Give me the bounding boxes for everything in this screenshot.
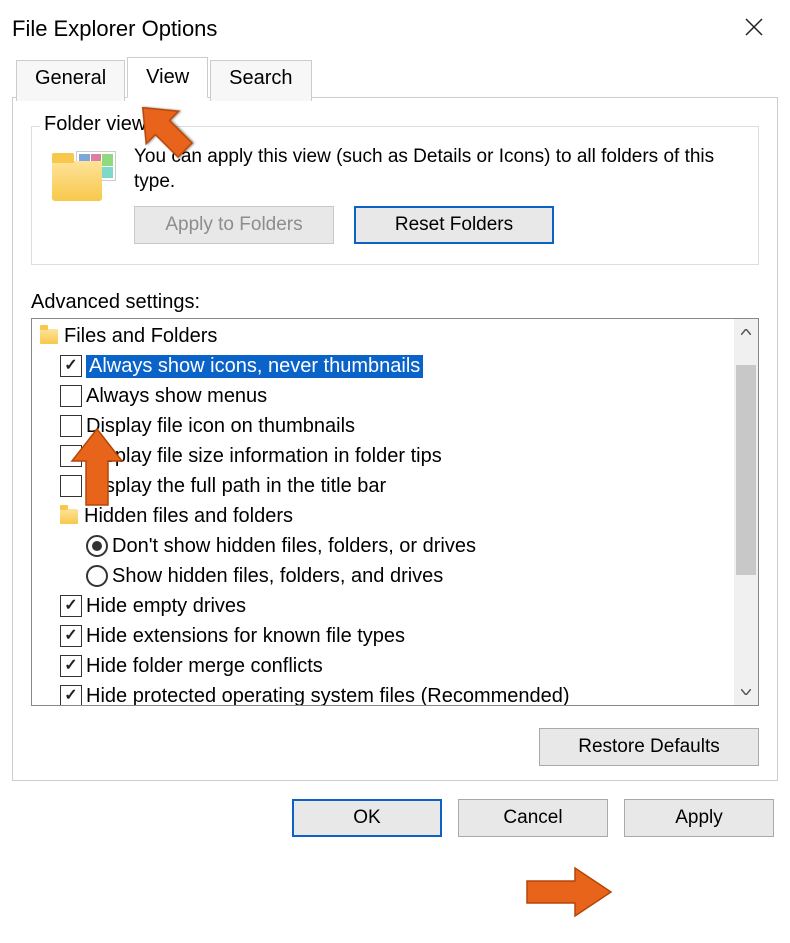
folder-icon <box>60 509 78 524</box>
tree-group[interactable]: Files and Folders <box>34 321 734 351</box>
apply-to-folders-button: Apply to Folders <box>134 206 334 244</box>
checkbox[interactable] <box>60 655 82 677</box>
tree-item-label: Don't show hidden files, folders, or dri… <box>112 535 476 558</box>
close-button[interactable] <box>736 13 772 46</box>
window-title: File Explorer Options <box>12 16 217 42</box>
tree-check-item[interactable]: Always show icons, never thumbnails <box>34 351 734 381</box>
scrollbar[interactable] <box>734 319 758 705</box>
apply-button[interactable]: Apply <box>624 799 774 837</box>
tree-group-label: Files and Folders <box>64 325 217 348</box>
tree-check-item[interactable]: Hide empty drives <box>34 591 734 621</box>
scroll-thumb[interactable] <box>736 365 756 575</box>
scroll-track[interactable] <box>734 345 758 679</box>
close-icon <box>744 17 764 37</box>
ok-button[interactable]: OK <box>292 799 442 837</box>
radio[interactable] <box>86 565 108 587</box>
advanced-settings-list[interactable]: Files and Folders Always show icons, neve… <box>31 318 759 706</box>
cancel-button[interactable]: Cancel <box>458 799 608 837</box>
checkbox[interactable] <box>60 415 82 437</box>
tree-item-label: Display file size information in folder … <box>86 445 442 468</box>
tab-search[interactable]: Search <box>210 60 311 101</box>
folder-views-description: You can apply this view (such as Details… <box>134 145 744 194</box>
tree-radio-item[interactable]: Show hidden files, folders, and drives <box>34 561 734 591</box>
checkbox[interactable] <box>60 355 82 377</box>
chevron-up-icon <box>741 329 751 335</box>
reset-folders-button[interactable]: Reset Folders <box>354 206 554 244</box>
tree-item-label: Hide protected operating system files (R… <box>86 685 570 706</box>
folder-icon <box>40 329 58 344</box>
checkbox[interactable] <box>60 685 82 705</box>
tree-check-item[interactable]: Hide folder merge conflicts <box>34 651 734 681</box>
tree-item-label: Always show icons, never thumbnails <box>86 355 423 378</box>
tree-item-label: Display the full path in the title bar <box>86 475 386 498</box>
tree-check-item[interactable]: Hide protected operating system files (R… <box>34 681 734 705</box>
tree-check-item[interactable]: Always show menus <box>34 381 734 411</box>
tree-item-label: Hide empty drives <box>86 595 246 618</box>
tree-check-item[interactable]: Display the full path in the title bar <box>34 471 734 501</box>
tab-panel-view: Folder views You can apply this view (su… <box>12 97 778 781</box>
folder-views-group: Folder views You can apply this view (su… <box>31 126 759 265</box>
checkbox[interactable] <box>60 385 82 407</box>
checkbox[interactable] <box>60 595 82 617</box>
radio[interactable] <box>86 535 108 557</box>
tree-group[interactable]: Hidden files and folders <box>34 501 734 531</box>
tab-view[interactable]: View <box>127 57 208 98</box>
tab-general[interactable]: General <box>16 60 125 101</box>
folder-views-title: Folder views <box>40 113 160 136</box>
scroll-down-arrow[interactable] <box>734 679 758 705</box>
tree-item-label: Hidden files and folders <box>84 505 293 528</box>
tree-check-item[interactable]: Hide extensions for known file types <box>34 621 734 651</box>
tree-radio-item[interactable]: Don't show hidden files, folders, or dri… <box>34 531 734 561</box>
tree-item-label: Always show menus <box>86 385 267 408</box>
tree-item-label: Display file icon on thumbnails <box>86 415 355 438</box>
tree-check-item[interactable]: Display file icon on thumbnails <box>34 411 734 441</box>
tree-check-item[interactable]: Display file size information in folder … <box>34 441 734 471</box>
tree-item-label: Hide extensions for known file types <box>86 625 405 648</box>
checkbox[interactable] <box>60 445 82 467</box>
chevron-down-icon <box>741 689 751 695</box>
folder-views-icon <box>52 151 116 207</box>
scroll-up-arrow[interactable] <box>734 319 758 345</box>
restore-defaults-button[interactable]: Restore Defaults <box>539 728 759 766</box>
advanced-settings-label: Advanced settings: <box>31 291 759 314</box>
tree-item-label: Hide folder merge conflicts <box>86 655 323 678</box>
annotation-arrow-icon <box>523 864 615 920</box>
checkbox[interactable] <box>60 475 82 497</box>
checkbox[interactable] <box>60 625 82 647</box>
tree-item-label: Show hidden files, folders, and drives <box>112 565 443 588</box>
